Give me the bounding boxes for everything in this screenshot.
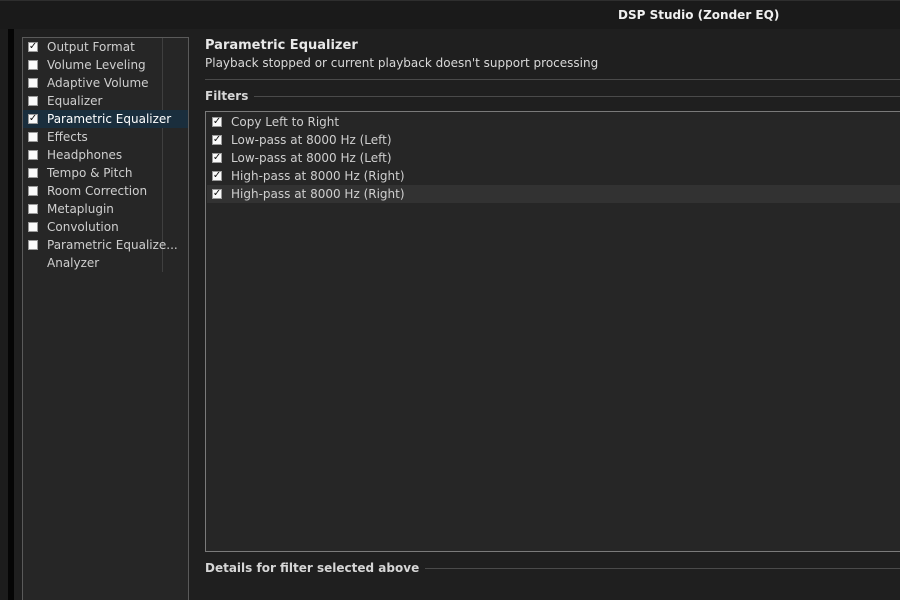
status-message: Playback stopped or current playback doe…: [205, 56, 599, 70]
filter-item[interactable]: ✓ Copy Left to Right: [207, 113, 900, 131]
filter-checkbox[interactable]: ✓: [212, 117, 222, 127]
filter-item-selected[interactable]: ✓ High-pass at 8000 Hz (Right): [207, 185, 900, 203]
filter-item[interactable]: ✓ Low-pass at 8000 Hz (Left): [207, 131, 900, 149]
sidebar-item-tempo-pitch[interactable]: Tempo & Pitch: [23, 164, 188, 182]
sidebar-item-room-correction[interactable]: Room Correction: [23, 182, 188, 200]
sidebar-item-label: Output Format: [47, 40, 135, 54]
sidebar-item-label: Tempo & Pitch: [47, 166, 133, 180]
sidebar-item-parametric-equalizer-2[interactable]: Parametric Equalize...: [23, 236, 188, 254]
sidebar-item-label: Effects: [47, 130, 88, 144]
sidebar-item-output-format[interactable]: ✓ Output Format: [23, 38, 188, 56]
checkbox-parametric-equalizer-2[interactable]: [28, 240, 38, 250]
filter-checkbox[interactable]: ✓: [212, 135, 222, 145]
sidebar-item-label: Parametric Equalizer: [47, 112, 172, 126]
sidebar-item-volume-leveling[interactable]: Volume Leveling: [23, 56, 188, 74]
checkbox-volume-leveling[interactable]: [28, 60, 38, 70]
filter-item[interactable]: ✓ High-pass at 8000 Hz (Right): [207, 167, 900, 185]
window-title: DSP Studio (Zonder EQ): [618, 8, 780, 22]
filters-section-label: Filters: [205, 89, 255, 103]
checkbox-effects[interactable]: [28, 132, 38, 142]
checkbox-equalizer[interactable]: [28, 96, 38, 106]
sidebar-item-label: Room Correction: [47, 184, 148, 198]
checkbox-output-format[interactable]: ✓: [28, 42, 38, 52]
sidebar-item-analyzer[interactable]: Analyzer: [23, 254, 188, 272]
sidebar-item-label: Volume Leveling: [47, 58, 146, 72]
filter-label: Low-pass at 8000 Hz (Left): [231, 151, 392, 165]
checkbox-tempo-pitch[interactable]: [28, 168, 38, 178]
checkbox-metaplugin[interactable]: [28, 204, 38, 214]
filter-checkbox[interactable]: ✓: [212, 153, 222, 163]
sidebar-item-parametric-equalizer[interactable]: ✓ Parametric Equalizer: [23, 110, 188, 128]
sidebar-item-label: Equalizer: [47, 94, 103, 108]
sidebar-item-label: Metaplugin: [47, 202, 114, 216]
sidebar-item-metaplugin[interactable]: Metaplugin: [23, 200, 188, 218]
checkbox-room-correction[interactable]: [28, 186, 38, 196]
sidebar-item-label: Analyzer: [47, 256, 100, 270]
page-title: Parametric Equalizer: [205, 38, 358, 53]
filter-label: Copy Left to Right: [231, 115, 340, 129]
sidebar-item-headphones[interactable]: Headphones: [23, 146, 188, 164]
filter-label: Low-pass at 8000 Hz (Left): [231, 133, 392, 147]
sidebar-item-label: Headphones: [47, 148, 123, 162]
sidebar-item-convolution[interactable]: Convolution: [23, 218, 188, 236]
filter-checkbox[interactable]: ✓: [212, 171, 222, 181]
details-section-label: Details for filter selected above: [205, 561, 426, 575]
filter-label: High-pass at 8000 Hz (Right): [231, 187, 405, 201]
filter-checkbox[interactable]: ✓: [212, 189, 222, 199]
filters-section-rule: [205, 96, 900, 97]
sidebar-item-label: Parametric Equalize...: [47, 238, 178, 252]
header-divider: [205, 79, 900, 80]
sidebar-item-label: Convolution: [47, 220, 119, 234]
title-bar: DSP Studio (Zonder EQ): [0, 0, 900, 29]
checkbox-adaptive-volume[interactable]: [28, 78, 38, 88]
checkbox-headphones[interactable]: [28, 150, 38, 160]
filter-label: High-pass at 8000 Hz (Right): [231, 169, 405, 183]
checkbox-convolution[interactable]: [28, 222, 38, 232]
sidebar-item-label: Adaptive Volume: [47, 76, 149, 90]
filters-list[interactable]: ✓ Copy Left to Right ✓ Low-pass at 8000 …: [205, 111, 900, 552]
checkbox-parametric-equalizer[interactable]: ✓: [28, 114, 38, 124]
sidebar-item-adaptive-volume[interactable]: Adaptive Volume: [23, 74, 188, 92]
dsp-sidebar: ✓ Output Format Volume Leveling Adaptive…: [22, 37, 189, 600]
filter-item[interactable]: ✓ Low-pass at 8000 Hz (Left): [207, 149, 900, 167]
sidebar-item-equalizer[interactable]: Equalizer: [23, 92, 188, 110]
left-edge-bar: [8, 29, 14, 600]
left-edge: [0, 29, 14, 600]
sidebar-item-effects[interactable]: Effects: [23, 128, 188, 146]
